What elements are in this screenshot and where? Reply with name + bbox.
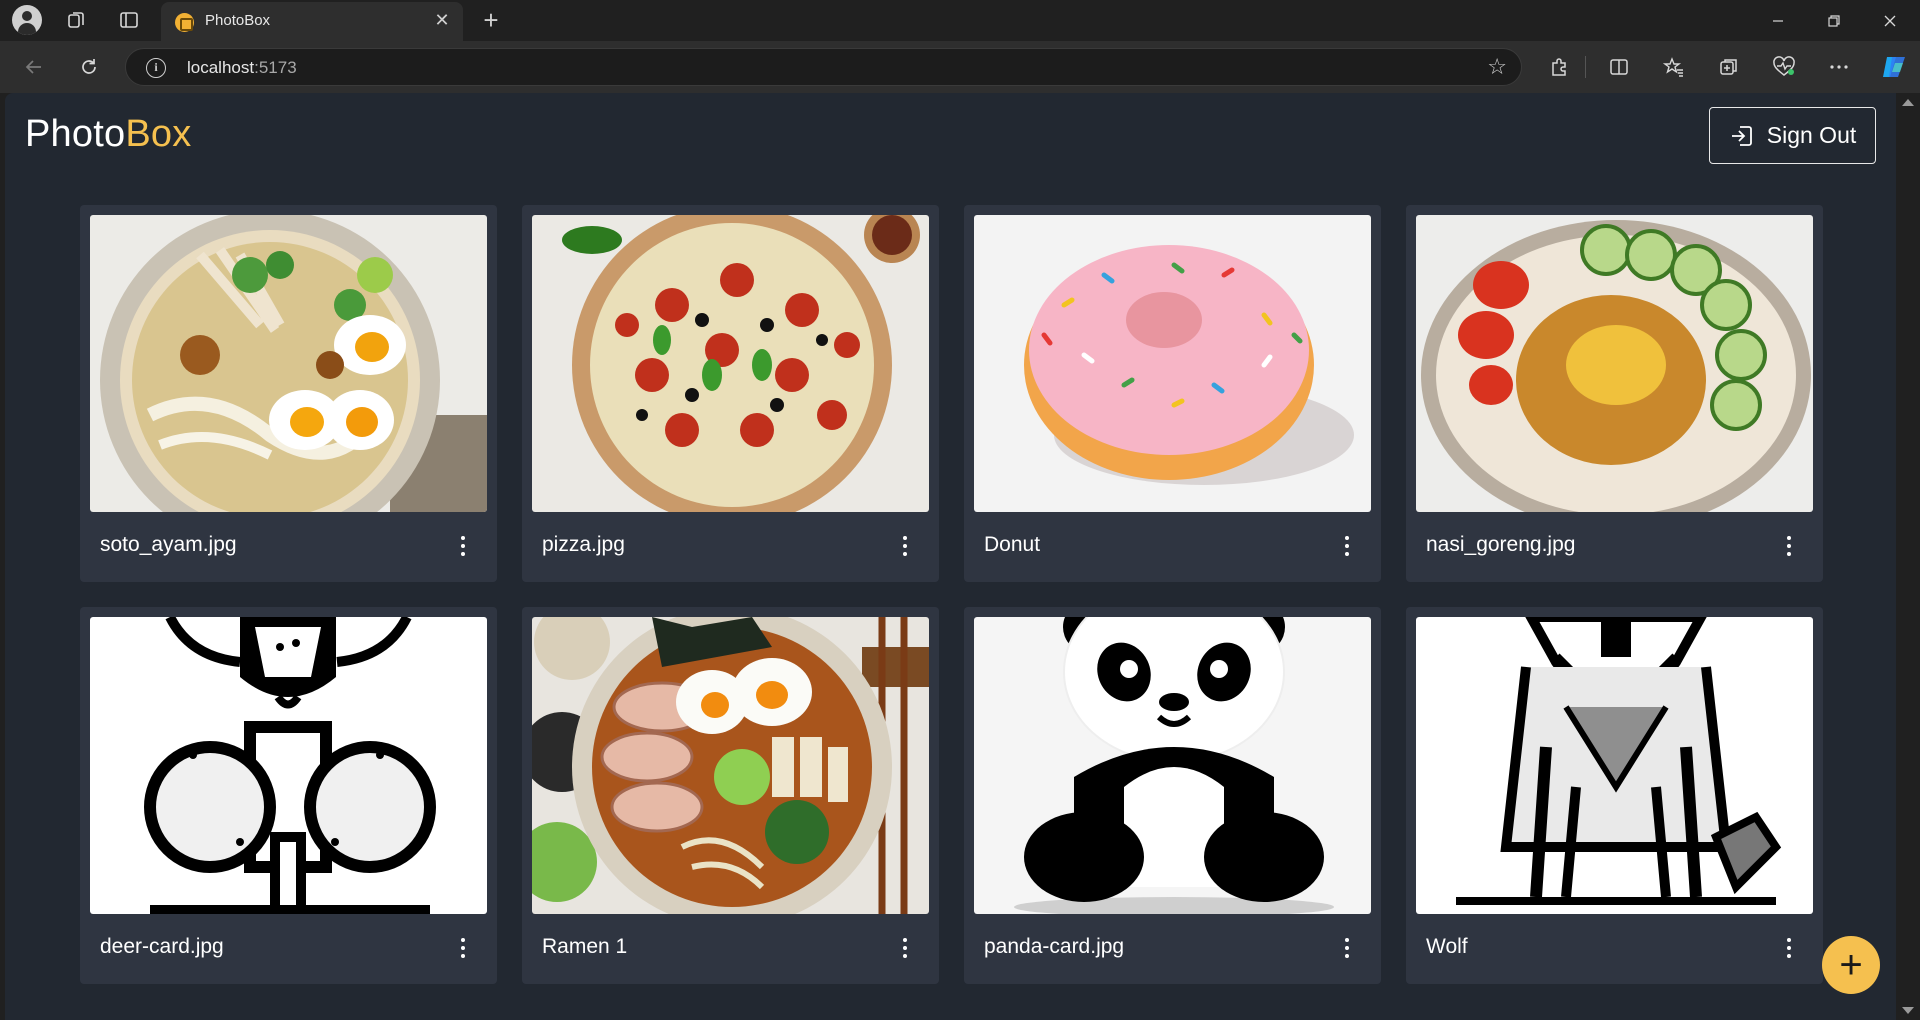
more-options-icon[interactable] xyxy=(1337,531,1357,561)
brand-logo[interactable]: PhotoBox xyxy=(25,113,191,156)
brand-primary: Photo xyxy=(25,113,126,155)
pizza-photo[interactable] xyxy=(532,215,929,512)
photo-card[interactable]: nasi_goreng.jpg xyxy=(1406,205,1823,582)
tab-close-icon[interactable]: ✕ xyxy=(431,10,453,32)
tab-title: PhotoBox xyxy=(205,12,271,29)
workspaces-icon[interactable] xyxy=(62,5,92,35)
ramen-photo[interactable] xyxy=(532,617,929,914)
sign-out-button[interactable]: Sign Out xyxy=(1709,107,1876,164)
scroll-down-icon[interactable] xyxy=(1902,1007,1914,1014)
browser-tabbar: PhotoBox ✕ + xyxy=(0,0,1920,41)
photo-card[interactable]: Ramen 1 xyxy=(522,607,939,984)
split-screen-icon[interactable] xyxy=(1603,51,1635,83)
reload-icon[interactable] xyxy=(73,51,105,83)
donut-photo[interactable] xyxy=(974,215,1371,512)
more-options-icon[interactable] xyxy=(895,933,915,963)
more-options-icon[interactable] xyxy=(1779,933,1799,963)
photo-card[interactable]: Wolf xyxy=(1406,607,1823,984)
photo-card[interactable]: panda-card.jpg xyxy=(964,607,1381,984)
photobox-favicon-icon xyxy=(175,13,194,32)
page-scrollbar[interactable] xyxy=(1896,93,1920,1020)
url-host: localhost xyxy=(187,58,255,77)
deer-illustration[interactable] xyxy=(90,617,487,914)
browser-toolbar: i localhost:5173 ☆ xyxy=(0,41,1920,93)
photobox-page: PhotoBox Sign Out soto_ayam.jpg pizza.jp… xyxy=(5,93,1896,1020)
photo-card[interactable]: deer-card.jpg xyxy=(80,607,497,984)
photo-caption: Donut xyxy=(984,533,1041,556)
more-options-icon[interactable] xyxy=(1779,531,1799,561)
favorite-star-icon[interactable]: ☆ xyxy=(1487,55,1507,80)
extensions-icon[interactable] xyxy=(1543,51,1575,83)
more-options-icon[interactable] xyxy=(1337,933,1357,963)
scroll-up-icon[interactable] xyxy=(1902,99,1914,106)
photo-card[interactable]: Donut xyxy=(964,205,1381,582)
photo-caption: pizza.jpg xyxy=(542,533,625,556)
profile-icon[interactable] xyxy=(12,5,42,35)
back-icon[interactable] xyxy=(18,51,50,83)
wolf-illustration[interactable] xyxy=(1416,617,1813,914)
sign-out-icon xyxy=(1731,125,1752,146)
more-options-icon[interactable] xyxy=(453,531,473,561)
minimize-icon[interactable] xyxy=(1750,0,1806,41)
photo-card[interactable]: soto_ayam.jpg xyxy=(80,205,497,582)
photo-caption: soto_ayam.jpg xyxy=(100,533,237,556)
photo-caption: Wolf xyxy=(1426,935,1468,958)
more-icon[interactable] xyxy=(1823,51,1855,83)
sign-out-label: Sign Out xyxy=(1766,122,1857,148)
more-options-icon[interactable] xyxy=(895,531,915,561)
more-options-icon[interactable] xyxy=(453,933,473,963)
photo-caption: deer-card.jpg xyxy=(100,935,224,958)
url-text[interactable]: localhost:5173 xyxy=(187,58,297,78)
url-port: :5173 xyxy=(254,58,297,77)
tab-photobox[interactable]: PhotoBox ✕ xyxy=(161,2,463,41)
add-photo-button[interactable]: + xyxy=(1822,936,1880,994)
browser-essentials-icon[interactable] xyxy=(1768,51,1800,83)
nasi-goreng-photo[interactable] xyxy=(1416,215,1813,512)
close-window-icon[interactable] xyxy=(1862,0,1918,41)
collections-icon[interactable] xyxy=(1713,51,1745,83)
favorites-icon[interactable] xyxy=(1658,51,1690,83)
site-info-icon[interactable]: i xyxy=(146,58,166,78)
panda-illustration[interactable] xyxy=(974,617,1371,914)
address-bar[interactable]: i localhost:5173 ☆ xyxy=(125,48,1522,86)
photo-caption: panda-card.jpg xyxy=(984,935,1125,958)
new-tab-icon[interactable]: + xyxy=(476,6,506,36)
photo-caption: nasi_goreng.jpg xyxy=(1426,533,1576,556)
soto-ayam-photo[interactable] xyxy=(90,215,487,512)
add-icon: + xyxy=(1839,943,1863,987)
restore-icon[interactable] xyxy=(1806,0,1862,41)
toolbar-divider xyxy=(1585,56,1586,78)
copilot-icon[interactable] xyxy=(1878,51,1910,83)
brand-accent: Box xyxy=(125,113,192,155)
photo-card[interactable]: pizza.jpg xyxy=(522,205,939,582)
photo-caption: Ramen 1 xyxy=(542,935,628,958)
vertical-tabs-icon[interactable] xyxy=(114,5,144,35)
